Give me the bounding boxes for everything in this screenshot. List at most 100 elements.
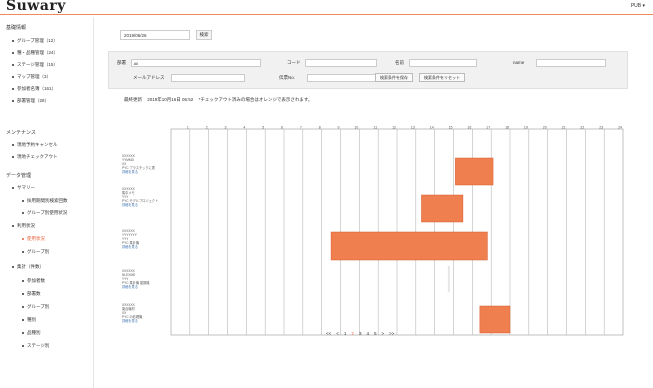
gantt-tick-label: 4 [243, 126, 245, 130]
filter-input-r1-0[interactable]: All [130, 59, 261, 67]
gantt-chart: 1 2 3 4 5 6 7 8 9 10 11 12 13 14 15 16 17 18 19 20 21 22 23 24 [170, 125, 624, 343]
sidebar-item-20[interactable]: ステージ別 [22, 343, 49, 349]
sidebar-item-2[interactable]: ステージ管理（15） [12, 62, 58, 68]
sidebar-item-11[interactable]: 利用状況 [12, 223, 35, 229]
sidebar-item-label: サマリー [17, 185, 35, 190]
page-link-7[interactable]: > [381, 331, 384, 336]
bullet-icon [12, 63, 14, 66]
gantt-marker [447, 266, 450, 292]
sidebar-section-0: 基礎情報 [6, 25, 27, 31]
page-link-6[interactable]: 5 [374, 331, 377, 336]
updated-label: 最終更新 [124, 97, 142, 102]
bullet-icon [22, 237, 24, 240]
page-link-1[interactable]: < [336, 331, 339, 336]
resource-label-0: XXXXXX YYMMD XX PYC プラスチックに表 詳細を見る [122, 154, 170, 174]
bullet-icon [22, 331, 24, 334]
page-link-3[interactable]: 2 [351, 331, 354, 336]
gantt-svg: 1 2 3 4 5 6 7 8 9 10 11 12 13 14 15 16 17 18 19 20 21 22 23 24 [170, 126, 624, 336]
sidebar-item-label: 現地チェックアウト [17, 154, 58, 159]
sidebar-item-label: 参加者数 [27, 278, 45, 283]
bullet-icon [22, 199, 24, 202]
gantt-bar-0[interactable] [455, 157, 494, 186]
resource-detail-link[interactable]: 詳細を見る [122, 319, 170, 323]
filter-label-r1-3: name [513, 60, 525, 65]
sidebar-item-12[interactable]: 使用状況 [22, 236, 45, 242]
gantt-tick-label: 16 [467, 126, 471, 130]
gantt-bar-3[interactable] [479, 305, 511, 334]
sidebar-section-2: データ管理 [6, 173, 32, 179]
main-content: 2019/06/26 検索 部署 All コード 名前 name メールアドレス 伝票No.… [96, 17, 653, 388]
gantt-tick-label: 2 [206, 126, 208, 130]
sidebar-item-9[interactable]: 採用期間別検索回数 [22, 198, 68, 204]
page-link-4[interactable]: 3 [359, 331, 362, 336]
user-menu[interactable]: PUB ▾ [631, 3, 645, 9]
sidebar-item-label: ステージ管理（15） [17, 62, 58, 67]
page-link-2[interactable]: 1 [344, 331, 347, 336]
sidebar-item-7[interactable]: 現地チェックアウト [12, 154, 58, 160]
resource-label-4: XXXXXX 複合機材 XX PYC の処理機 詳細を見る [122, 303, 170, 323]
bullet-icon [12, 155, 14, 158]
sidebar-item-14[interactable]: 集計（件数） [12, 264, 44, 270]
sidebar-item-0[interactable]: グループ管理（12） [12, 38, 58, 44]
filter-input-r2-1[interactable] [307, 74, 379, 82]
gantt-tick-label: 1 [187, 126, 189, 130]
sidebar-item-18[interactable]: 種別 [22, 317, 36, 323]
sidebar-item-label: マップ管理（3） [17, 74, 52, 79]
bullet-icon [22, 211, 24, 214]
gantt-tick-label: 8 [319, 126, 321, 130]
resource-detail-link[interactable]: 詳細を見る [122, 203, 170, 207]
gantt-bar-2[interactable] [330, 231, 488, 261]
bullet-icon [12, 99, 14, 102]
sidebar: 基礎情報 メンテナンス データ管理 グループ管理（12） 種・品種管理（24） ステージ管… [0, 17, 94, 388]
sidebar-item-label: 品種別 [27, 330, 41, 335]
resource-detail-link[interactable]: 詳細を見る [122, 245, 170, 249]
app-logo[interactable]: Suwary [6, 0, 66, 14]
sidebar-item-15[interactable]: 参加者数 [22, 278, 45, 284]
resource-detail-link[interactable]: 詳細を見る [122, 170, 170, 174]
sidebar-item-6[interactable]: 現地予約キャンセル [12, 142, 58, 148]
gantt-tick-label: 6 [281, 126, 283, 130]
sidebar-item-19[interactable]: 品種別 [22, 330, 41, 336]
filter-label-r1-0: 部署 [117, 60, 126, 65]
sidebar-item-label: グループ別使用状況 [27, 210, 68, 215]
sidebar-item-label: グループ管理（12） [17, 38, 58, 43]
gantt-tick-label: 24 [618, 126, 622, 130]
sidebar-item-17[interactable]: グループ別 [22, 304, 49, 310]
sidebar-item-label: 種別 [27, 317, 36, 322]
page-link-0[interactable]: << [326, 331, 331, 336]
sidebar-item-label: 部署管理（28） [17, 98, 50, 103]
filter-input-r2-0[interactable] [170, 74, 245, 82]
page-link-8[interactable]: >> [389, 331, 394, 336]
sidebar-item-5[interactable]: 部署管理（28） [12, 98, 49, 104]
save-filter-button[interactable]: 検索条件を保存 [375, 73, 413, 82]
resource-detail-link[interactable]: 詳細を見る [122, 285, 170, 289]
sidebar-item-10[interactable]: グループ別使用状況 [22, 210, 67, 216]
sidebar-item-label: 採用期間別検索回数 [27, 198, 68, 203]
sidebar-item-label: グループ別 [27, 304, 50, 309]
date-input[interactable]: 2019/06/26 [120, 30, 190, 40]
reset-filter-button[interactable]: 検索条件をリセット [419, 73, 465, 82]
gantt-tick-label: 3 [225, 126, 227, 130]
search-button[interactable]: 検索 [196, 30, 212, 40]
page-link-5[interactable]: 4 [366, 331, 369, 336]
bullet-icon [12, 224, 14, 227]
bullet-icon [12, 186, 14, 189]
gantt-tick-label: 22 [580, 126, 584, 130]
sidebar-item-label: 種・品種管理（24） [17, 50, 59, 55]
sidebar-item-1[interactable]: 種・品種管理（24） [12, 50, 58, 56]
sidebar-item-3[interactable]: マップ管理（3） [12, 74, 51, 80]
filter-input-r1-1[interactable] [305, 59, 378, 67]
sidebar-item-8[interactable]: サマリー [12, 185, 35, 191]
filter-input-r1-3[interactable] [536, 59, 607, 67]
sidebar-item-4[interactable]: 参加者名簿（161） [12, 86, 56, 92]
bullet-icon [12, 51, 14, 54]
gantt-bar-1[interactable] [421, 194, 464, 223]
sidebar-item-16[interactable]: 部署数 [22, 291, 41, 297]
sidebar-item-13[interactable]: グループ別 [22, 249, 49, 255]
gantt-tick-label: 15 [449, 126, 453, 130]
bullet-icon [12, 87, 14, 90]
gantt-tick-label: 13 [411, 126, 415, 130]
filter-input-r1-2[interactable] [408, 59, 477, 67]
gantt-tick-label: 12 [392, 126, 396, 130]
resource-label-2: XXXXXX YYYYYYY YYY PYC 集計機 詳細を見る [122, 229, 170, 249]
